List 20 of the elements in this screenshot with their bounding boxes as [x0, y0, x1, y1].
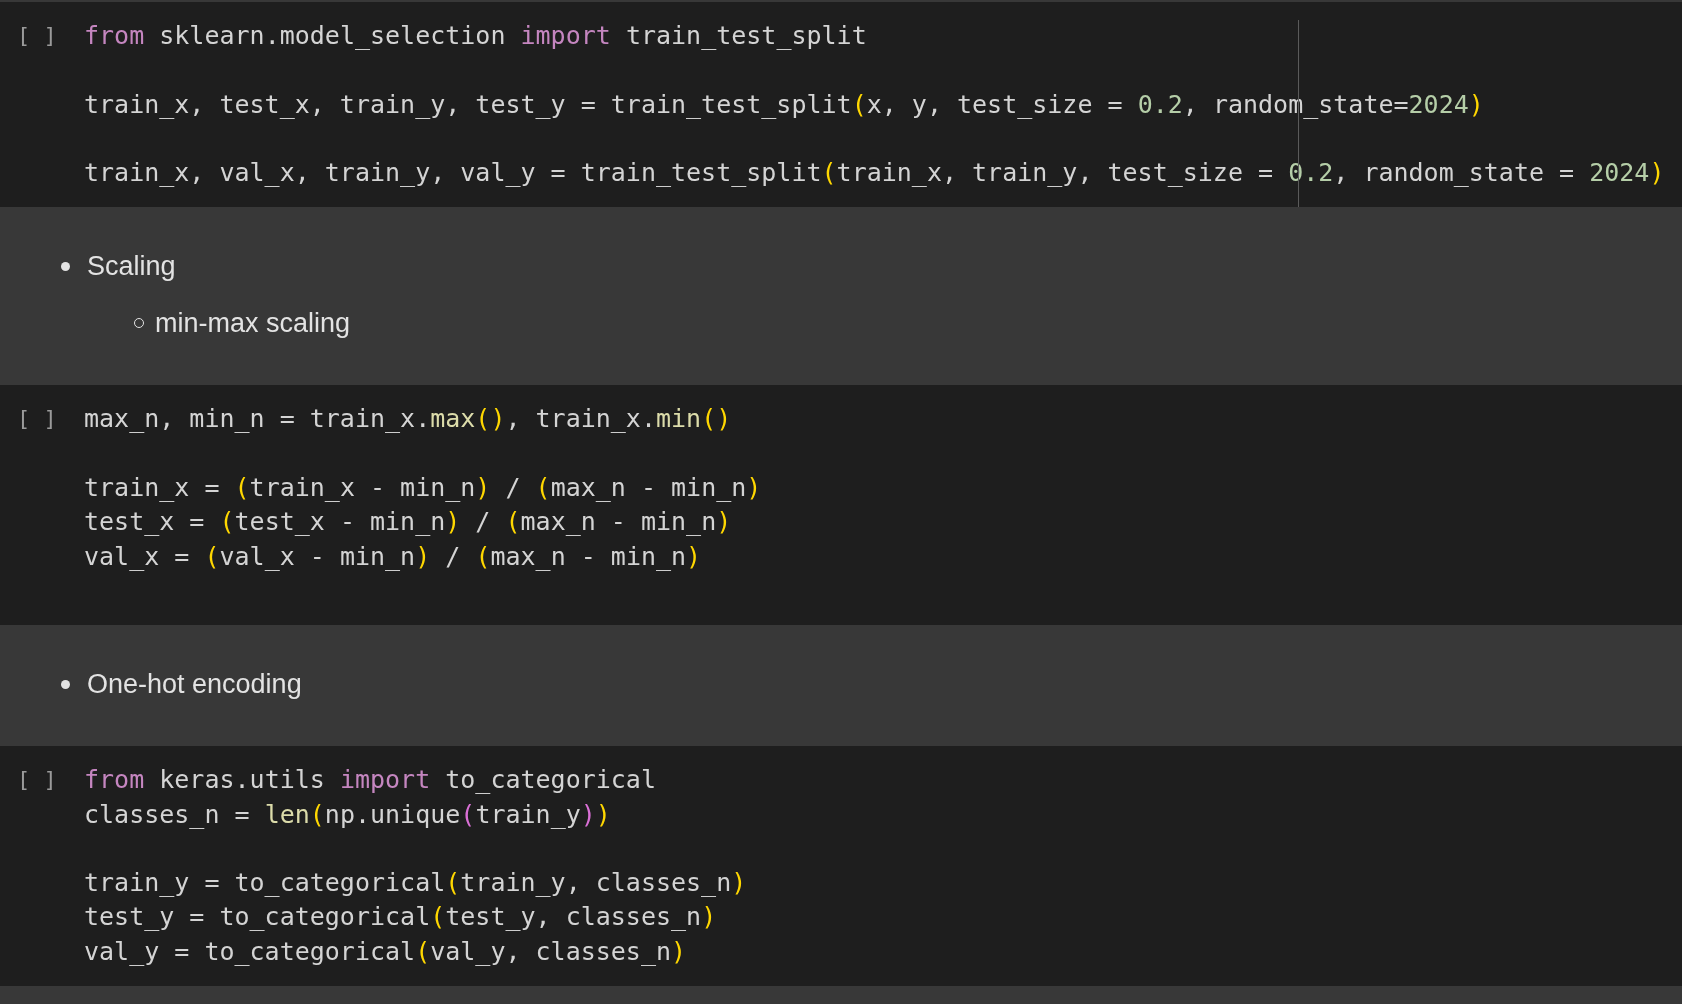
list-item-text: min-max scaling [155, 307, 351, 341]
code-line: train_x = (train_x - min_n) / (max_n - min_n) [84, 472, 762, 505]
list-item-text: One-hot encoding [87, 668, 302, 702]
code-line: classes_n = len(np.unique(train_y)) [84, 798, 611, 831]
code-line: val_y = to_categorical(val_y, classes_n) [84, 935, 687, 968]
code-line: train_y = to_categorical(train_y, classes_n) [84, 867, 747, 900]
run-cell-button[interactable]: [ ] [17, 763, 57, 798]
code-line: max_n, min_n = train_x.max(), train_x.min() [84, 403, 732, 436]
run-cell-button[interactable]: [ ] [17, 402, 57, 437]
code-line: train_x, val_x, train_y, val_y = train_test_split(train_x, train_y, test_size = 0.2, random_state = 2024) [84, 157, 1665, 190]
code-line: test_y = to_categorical(test_y, classes_n) [84, 901, 717, 934]
code-line: val_x = (val_x - min_n) / (max_n - min_n) [84, 540, 702, 573]
code-line: test_x = (test_x - min_n) / (max_n - min_n) [84, 506, 732, 539]
list-item-text: Scaling [87, 250, 176, 284]
bullet-icon [61, 679, 70, 689]
run-cell-button[interactable]: [ ] [17, 19, 57, 53]
code-line: train_x, test_x, train_y, test_y = train_test_split(x, y, test_size = 0.2, random_state=2024) [84, 88, 1484, 121]
bullet-icon [61, 262, 70, 271]
code-line: from sklearn.model_selection import train_test_split [84, 20, 867, 52]
code-line: from keras.utils import to_categorical [84, 764, 656, 797]
